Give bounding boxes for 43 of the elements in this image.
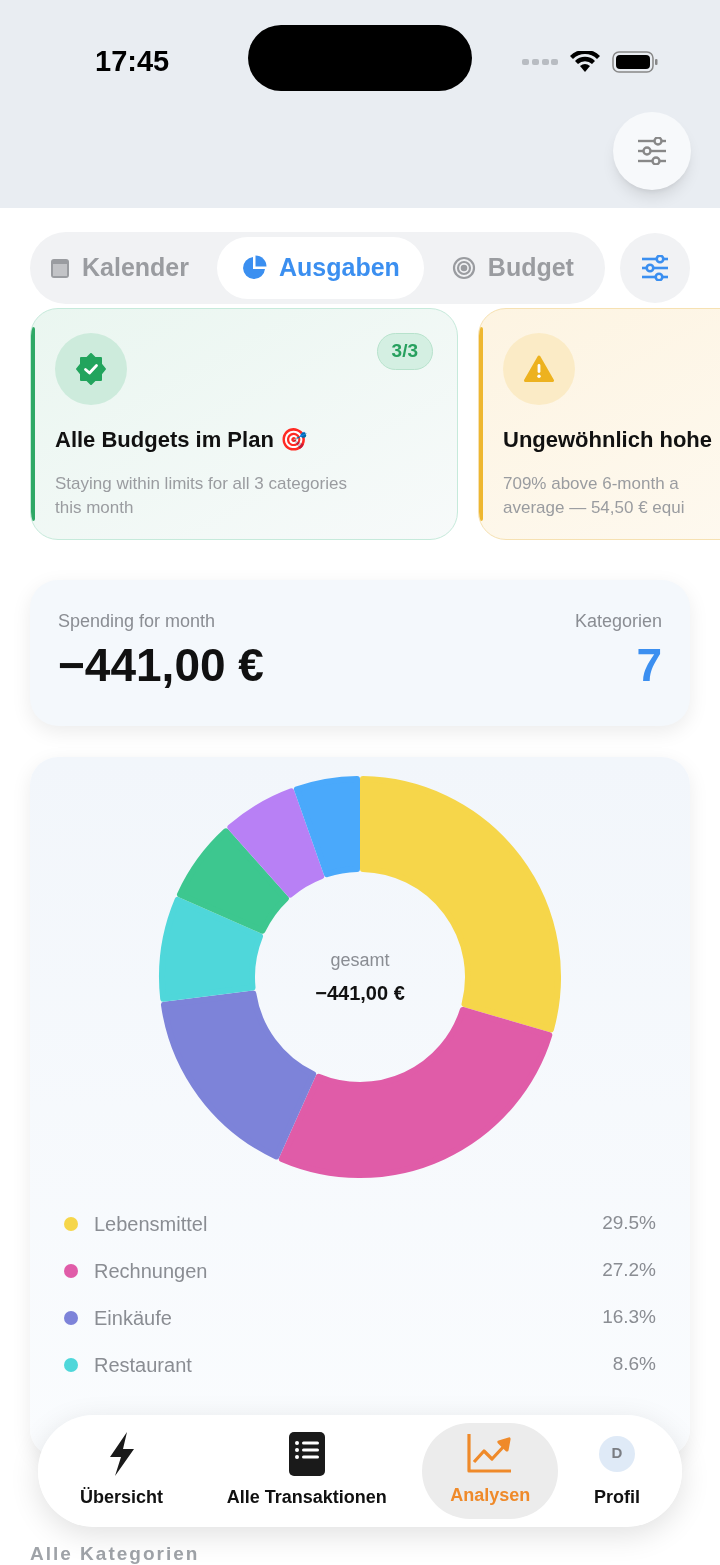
- legend-percent: 29.5%: [602, 1211, 656, 1236]
- calendar-icon: [50, 257, 70, 279]
- sliders-icon: [636, 137, 668, 165]
- card-description-line: 709% above 6-month a: [503, 473, 679, 495]
- target-icon: [451, 256, 476, 280]
- legend-label: Rechnungen: [94, 1258, 209, 1284]
- chart-center-label: gesamt: [330, 948, 390, 972]
- nav-tab[interactable]: Alle Transaktionen: [198, 1423, 415, 1519]
- legend-label: Restaurant: [94, 1352, 193, 1378]
- list-icon: [288, 1431, 325, 1476]
- section-label: Alle Kategorien: [30, 1542, 200, 1565]
- verified-badge-icon: [75, 353, 107, 385]
- trend-chart-icon: [467, 1433, 514, 1474]
- nav-tab[interactable]: D Profil: [565, 1423, 668, 1519]
- wifi-icon: [570, 50, 600, 73]
- summary-amount: −441,00 €: [58, 638, 264, 693]
- card-description-line: Staying within limits for all 3 categories: [55, 473, 347, 495]
- signal-icon: [522, 57, 558, 66]
- warning-icon: [524, 355, 554, 383]
- legend-label: Lebensmittel: [94, 1211, 209, 1237]
- card-title: Alle Budgets im Plan 🎯: [55, 426, 308, 454]
- category-count: 7: [636, 638, 662, 693]
- status-time: 17:45: [95, 44, 170, 79]
- tab[interactable]: Kalender: [30, 237, 213, 299]
- nav-tab[interactable]: Analysen: [422, 1423, 559, 1519]
- tab[interactable]: Ausgaben: [217, 237, 424, 299]
- chart-center-value: −441,00 €: [315, 980, 405, 1006]
- legend-percent: 8.6%: [612, 1352, 656, 1377]
- nav-tab[interactable]: Übersicht: [52, 1423, 192, 1519]
- tab[interactable]: Budget: [427, 237, 598, 299]
- avatar: D: [598, 1435, 635, 1472]
- legend-percent: 27.2%: [602, 1258, 656, 1283]
- legend-percent: 16.3%: [602, 1305, 656, 1330]
- category-count-label: Kategorien: [574, 610, 662, 633]
- sliders-icon: [640, 255, 670, 281]
- summary-label: Spending for month: [58, 610, 217, 633]
- battery-icon: [612, 50, 658, 73]
- card-description-line: this month: [55, 497, 134, 519]
- legend-label: Einkäufe: [94, 1305, 173, 1331]
- pie-chart-icon: [241, 255, 267, 281]
- card-description-line: average — 54,50 € equi: [503, 497, 685, 519]
- card-title: Ungewöhnlich hohe: [503, 426, 713, 454]
- count-badge: 3/3: [376, 333, 433, 370]
